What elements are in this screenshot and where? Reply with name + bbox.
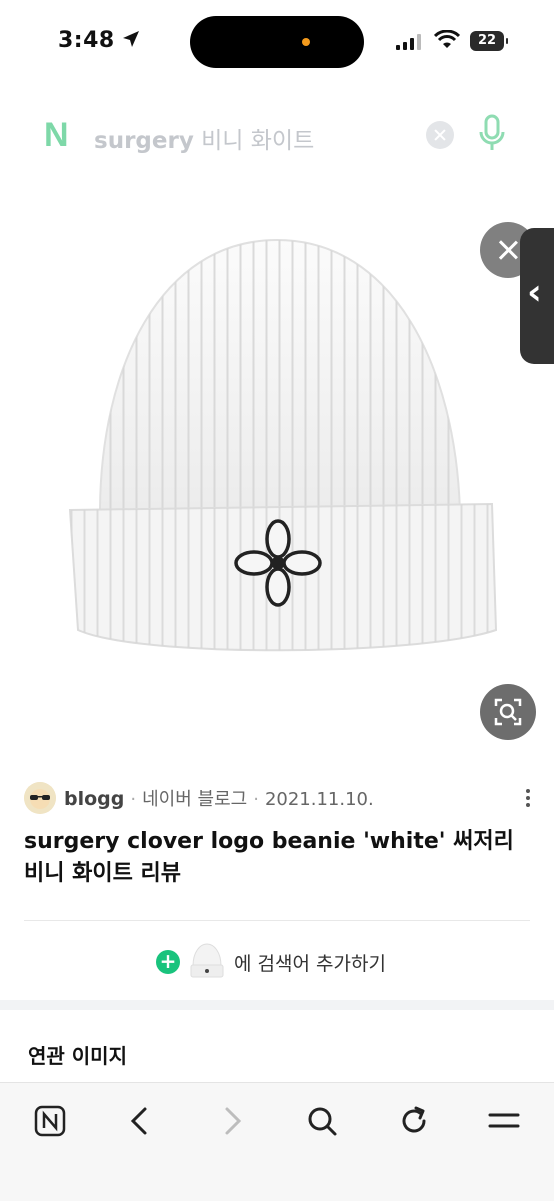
chevron-left-icon: ‹ bbox=[527, 272, 542, 313]
status-time: 3:48 bbox=[58, 28, 115, 53]
side-panel-tab[interactable]: ‹ bbox=[520, 228, 554, 364]
image-search-lens-button[interactable] bbox=[480, 684, 536, 740]
microphone-icon[interactable] bbox=[478, 114, 506, 154]
post-source: 네이버 블로그 bbox=[142, 789, 248, 810]
post-date: 2021.11.10. bbox=[264, 789, 374, 810]
section-separator bbox=[0, 1000, 554, 1010]
add-keyword-row[interactable]: + 에 검색어 추가하기 bbox=[156, 940, 386, 984]
related-images-heading: 연관 이미지 bbox=[28, 1044, 127, 1068]
more-options-icon[interactable] bbox=[526, 789, 530, 810]
refresh-icon[interactable] bbox=[392, 1099, 436, 1143]
beanie-image bbox=[68, 238, 498, 652]
naver-home-icon[interactable] bbox=[28, 1099, 72, 1143]
browser-toolbar bbox=[0, 1082, 554, 1201]
blogger-avatar[interactable] bbox=[24, 782, 56, 814]
wifi-icon bbox=[434, 30, 460, 48]
menu-icon[interactable] bbox=[482, 1099, 526, 1143]
beanie-thumbnail bbox=[190, 943, 224, 978]
privacy-indicator bbox=[302, 38, 310, 46]
dynamic-island bbox=[190, 16, 364, 68]
post-title[interactable]: surgery clover logo beanie 'white' 써저리 비… bbox=[24, 826, 524, 890]
post-meta-text: blogg · 네이버 블로그 · 2021.11.10. bbox=[64, 788, 374, 810]
search-icon[interactable] bbox=[300, 1099, 344, 1143]
add-plus-icon: + bbox=[156, 950, 180, 974]
status-bar: 3:48 22 bbox=[0, 0, 554, 86]
lens-icon bbox=[494, 698, 522, 726]
battery-indicator: 22 bbox=[470, 31, 508, 51]
search-query-rest: 비니 화이트 bbox=[193, 128, 315, 154]
blog-name[interactable]: blogg bbox=[64, 788, 124, 810]
divider bbox=[24, 920, 530, 921]
product-image[interactable] bbox=[0, 178, 554, 758]
cellular-signal-icon bbox=[396, 34, 421, 50]
search-query-brand: surgery bbox=[94, 128, 194, 154]
search-query[interactable]: surgery 비니 화이트 bbox=[94, 121, 314, 155]
forward-icon[interactable] bbox=[210, 1099, 254, 1143]
clear-search-button[interactable] bbox=[426, 121, 454, 149]
location-arrow-icon bbox=[123, 31, 139, 47]
back-icon[interactable] bbox=[118, 1099, 162, 1143]
naver-logo-icon[interactable]: N bbox=[44, 116, 69, 155]
post-meta: blogg · 네이버 블로그 · 2021.11.10. bbox=[24, 782, 534, 814]
add-keyword-label: 에 검색어 추가하기 bbox=[234, 952, 386, 975]
